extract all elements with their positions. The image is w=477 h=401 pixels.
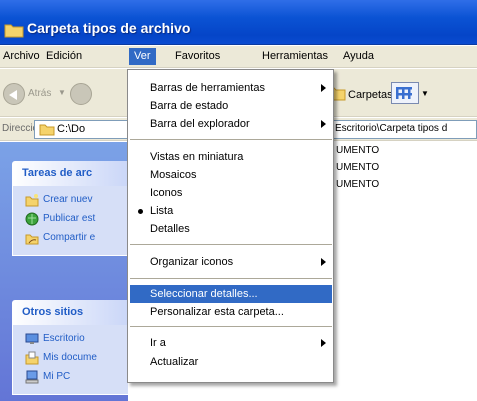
folder-icon (4, 24, 24, 38)
other-places-panel: Otros sitios Escritorio Mis docume Mi PC (12, 300, 137, 395)
back-arrow-icon[interactable] (3, 83, 25, 105)
menu-item-label: Personalizar esta carpeta... (150, 306, 284, 318)
file-item[interactable]: UMENTO (336, 162, 379, 173)
menu-item-label: Actualizar (150, 356, 199, 368)
task-label: Crear nuev (43, 194, 93, 205)
task-publish-web[interactable]: Publicar est (25, 211, 136, 230)
menu-item-label: Vistas en miniatura (150, 151, 244, 163)
menu-favoritos[interactable]: Favoritos (175, 50, 220, 62)
menu-herramientas[interactable]: Herramientas (262, 50, 328, 62)
view-menu-dropdown: Barras de herramientas Barra de estado B… (127, 69, 334, 383)
menu-separator (130, 326, 332, 327)
place-label: Mi PC (43, 371, 71, 382)
new-folder-icon (25, 194, 39, 207)
task-share-folder[interactable]: Compartir e (25, 230, 136, 249)
menu-item-tiles[interactable]: Mosaicos (130, 166, 332, 184)
task-new-folder[interactable]: Crear nuev (25, 192, 136, 211)
menu-item-label: Organizar iconos (150, 256, 234, 268)
address-path-tail: Escritorio\Carpeta tipos d (335, 123, 448, 134)
submenu-arrow-icon (321, 258, 326, 266)
menu-separator (130, 278, 332, 279)
menu-item-details[interactable]: Detalles (130, 220, 332, 238)
task-pane: Tareas de arc Crear nuev Publicar est Co… (0, 142, 137, 401)
menu-item-explorer-bar[interactable]: Barra del explorador (130, 115, 332, 133)
file-item[interactable]: UMENTO (336, 145, 379, 156)
share-folder-icon (25, 234, 39, 245)
my-computer-icon (25, 370, 39, 384)
place-label: Escritorio (43, 333, 85, 344)
back-label[interactable]: Atrás (28, 88, 51, 99)
task-label: Publicar est (43, 213, 96, 224)
views-grid-icon (396, 87, 412, 99)
menu-ayuda[interactable]: Ayuda (343, 50, 374, 62)
menu-item-icons[interactable]: Iconos (130, 184, 332, 202)
place-my-documents[interactable]: Mis docume (25, 350, 136, 369)
menu-item-label: Seleccionar detalles... (150, 288, 258, 300)
menu-item-refresh[interactable]: Actualizar (130, 353, 332, 371)
forward-arrow-icon[interactable] (70, 83, 92, 105)
publish-web-icon (25, 212, 39, 226)
submenu-arrow-icon (321, 84, 326, 92)
menu-separator (130, 139, 332, 140)
menu-item-go-to[interactable]: Ir a (130, 334, 332, 352)
back-dropdown-icon[interactable]: ▼ (58, 88, 66, 97)
place-label: Mis docume (43, 352, 97, 363)
menu-item-label: Detalles (150, 223, 190, 235)
menu-item-label: Barras de herramientas (150, 82, 265, 94)
window-title: Carpeta tipos de archivo (27, 20, 191, 36)
desktop-icon (25, 333, 39, 344)
tasks-panel: Tareas de arc Crear nuev Publicar est Co… (12, 161, 137, 256)
folders-button[interactable]: Carpetas (348, 89, 393, 101)
menu-bar: Archivo Edición Ver Favoritos Herramient… (0, 46, 477, 68)
menu-item-toolbars[interactable]: Barras de herramientas (130, 79, 332, 97)
menu-item-label: Ir a (150, 337, 166, 349)
title-bar: Carpeta tipos de archivo (0, 0, 477, 45)
menu-ver[interactable]: Ver (129, 48, 156, 65)
menu-item-label: Barra de estado (150, 100, 229, 112)
menu-item-thumbnails[interactable]: Vistas en miniatura (130, 148, 332, 166)
place-desktop[interactable]: Escritorio (25, 331, 136, 350)
other-places-header[interactable]: Otros sitios (12, 300, 137, 325)
submenu-arrow-icon (321, 339, 326, 347)
menu-item-status-bar[interactable]: Barra de estado (130, 97, 332, 115)
place-my-computer[interactable]: Mi PC (25, 369, 136, 388)
views-button[interactable] (391, 82, 419, 104)
menu-item-label: Mosaicos (150, 169, 197, 181)
tasks-header[interactable]: Tareas de arc (12, 161, 137, 186)
menu-archivo[interactable]: Archivo (3, 50, 40, 62)
menu-item-label: Barra del explorador (150, 118, 250, 130)
my-documents-icon (25, 351, 39, 365)
radio-bullet-icon (138, 209, 143, 214)
address-value: C:\Do (57, 123, 86, 135)
menu-item-choose-details[interactable]: Seleccionar detalles... (130, 285, 332, 303)
views-dropdown-icon[interactable]: ▼ (421, 89, 429, 98)
folder-icon (39, 124, 55, 136)
menu-item-customize-folder[interactable]: Personalizar esta carpeta... (130, 303, 332, 321)
menu-item-label: Lista (150, 205, 174, 217)
task-label: Compartir e (43, 232, 96, 243)
menu-separator (130, 244, 332, 245)
menu-item-arrange-icons[interactable]: Organizar iconos (130, 253, 332, 271)
menu-item-list[interactable]: Lista (130, 202, 332, 220)
menu-edicion[interactable]: Edición (46, 50, 82, 62)
menu-item-label: Iconos (150, 187, 183, 199)
file-item[interactable]: UMENTO (336, 179, 379, 190)
submenu-arrow-icon (321, 120, 326, 128)
